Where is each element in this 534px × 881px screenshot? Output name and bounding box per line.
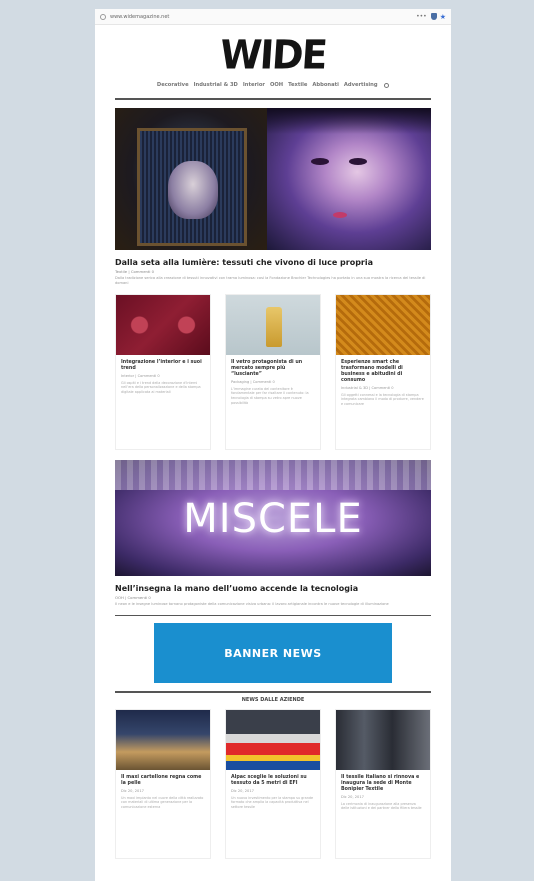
news-excerpt: Un nuovo investimento per la stampa su g… <box>231 795 314 810</box>
article-card[interactable]: Integrazione l’interior e i suoi trend I… <box>115 293 211 450</box>
news-image[interactable] <box>116 709 210 770</box>
nav-item-interior[interactable]: Interior <box>243 82 265 88</box>
divider <box>115 614 431 616</box>
lips <box>332 211 347 218</box>
featured-image-right <box>266 107 431 250</box>
hair-shade <box>266 107 431 134</box>
news-title[interactable]: Il tessile italiano si rinnova e inaugur… <box>341 775 425 793</box>
card-image[interactable] <box>226 294 320 355</box>
news-card[interactable]: Il tessile italiano si rinnova e inaugur… <box>335 708 431 859</box>
banner-label: BANNER NEWS <box>224 646 322 660</box>
card-title[interactable]: Integrazione l’interior e i suoi trend <box>121 360 205 372</box>
card-excerpt: Gli ospiti e i trend della decorazione d… <box>121 380 201 395</box>
projected-face <box>168 160 218 219</box>
card-excerpt: L’immagine curata del contenitore è fond… <box>231 386 309 405</box>
eye-right <box>348 157 367 165</box>
news-cards: Il maxi cartellone regna come la pelle D… <box>115 708 431 859</box>
news-image[interactable] <box>336 709 430 770</box>
news-title[interactable]: Il maxi cartellone regna come la pelle <box>121 775 205 787</box>
news-meta: Dic 20, 2017 <box>231 788 254 793</box>
second-featured-excerpt: Il neon e le insegne luminose tornano pr… <box>115 601 389 606</box>
article-card[interactable]: Esperienze smart che trasformano modelli… <box>335 293 431 450</box>
featured-meta: Textile | Commenti 0 <box>115 268 155 274</box>
nav-item-industrial[interactable]: Industrial & 3D <box>194 82 238 88</box>
card-image[interactable] <box>116 294 210 355</box>
news-excerpt: La cerimonia di inaugurazione alla prese… <box>341 801 422 811</box>
browser-page: www.widemagazine.net ••• ★ WIDE Decorati… <box>95 9 451 881</box>
news-meta: Dic 20, 2017 <box>341 794 364 799</box>
card-title[interactable]: Esperienze smart che trasformano modelli… <box>341 360 425 384</box>
eye-left <box>310 157 329 165</box>
logo-text: WIDE <box>218 31 328 79</box>
news-card[interactable]: Il maxi cartellone regna come la pelle D… <box>115 708 211 859</box>
news-title[interactable]: Alpac sceglie le soluzioni su tessuto da… <box>231 775 315 787</box>
divider <box>115 691 431 693</box>
second-featured-title[interactable]: Nell’insegna la mano dell’uomo accende l… <box>115 584 431 593</box>
divider <box>115 98 431 100</box>
nav-item-textile[interactable]: Textile <box>288 82 307 88</box>
banner-news[interactable]: BANNER NEWS <box>154 623 392 683</box>
news-section-title: NEWS DALLE AZIENDE <box>241 696 305 703</box>
card-meta: Interior | Commenti 0 <box>121 373 160 378</box>
news-card[interactable]: Alpac sceglie le soluzioni su tessuto da… <box>225 708 321 859</box>
search-icon[interactable] <box>384 82 390 88</box>
second-featured-image[interactable]: MISCELE <box>115 459 431 576</box>
nav-item-advertising[interactable]: Advertising <box>344 82 378 88</box>
site-logo[interactable]: WIDE <box>95 31 451 79</box>
card-meta: Industrial & 3D | Commenti 0 <box>341 385 394 390</box>
info-icon[interactable] <box>100 13 106 20</box>
nav-item-ooh[interactable]: OOH <box>270 82 283 88</box>
address-bar[interactable]: www.widemagazine.net ••• ★ <box>95 9 451 25</box>
featured-excerpt: Dalla tradizione serica alla creazione d… <box>115 275 426 285</box>
main-nav: Decorative Industrial & 3D Interior OOH … <box>95 79 451 91</box>
url-text[interactable]: www.widemagazine.net <box>110 14 416 20</box>
card-excerpt: Gli oggetti connessi e la tecnologia di … <box>341 392 424 407</box>
article-cards: Integrazione l’interior e i suoi trend I… <box>115 293 431 450</box>
second-featured-meta: OOH | Commenti 0 <box>115 594 151 600</box>
news-meta: Dic 20, 2017 <box>121 788 144 793</box>
featured-image[interactable] <box>115 107 431 250</box>
featured-image-left <box>115 107 267 250</box>
ceiling-lights <box>115 459 431 490</box>
neon-sign: MISCELE <box>183 495 363 542</box>
card-meta: Packaging | Commenti 0 <box>231 379 275 384</box>
nav-item-decorative[interactable]: Decorative <box>157 82 189 88</box>
menu-dots-icon[interactable]: ••• <box>416 13 427 20</box>
shield-icon[interactable] <box>430 13 437 20</box>
news-image[interactable] <box>226 709 320 770</box>
featured-title[interactable]: Dalla seta alla lumière: tessuti che viv… <box>115 258 431 267</box>
nav-item-abbonati[interactable]: Abbonati <box>312 82 338 88</box>
bookmark-star-icon[interactable]: ★ <box>440 13 446 21</box>
news-excerpt: Un maxi impianto nel cuore della città r… <box>121 795 204 810</box>
light-installation <box>137 127 247 246</box>
card-image[interactable] <box>336 294 430 355</box>
article-card[interactable]: Il vetro protagonista di un mercato semp… <box>225 293 321 450</box>
card-title[interactable]: Il vetro protagonista di un mercato semp… <box>231 360 315 378</box>
